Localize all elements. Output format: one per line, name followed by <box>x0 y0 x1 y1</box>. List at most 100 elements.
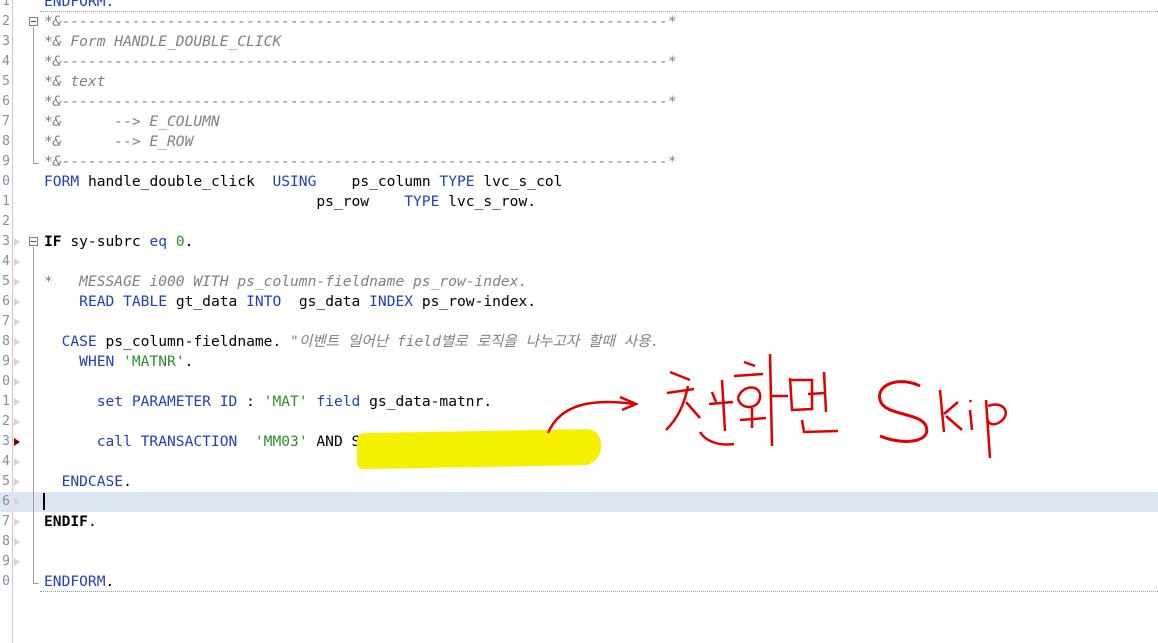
change-marker-icon[interactable] <box>14 558 20 566</box>
change-marker-icon[interactable] <box>14 278 20 286</box>
collapse-block-icon[interactable] <box>29 237 38 246</box>
fold-guide-if-block <box>33 247 34 583</box>
change-marker-icon[interactable] <box>14 238 20 246</box>
abap-code-editor[interactable]: 1 ENDFORM. 2 *&----------------------------… <box>0 0 1158 643</box>
code-token: ps_row <box>44 193 405 210</box>
code-token: *& text <box>44 73 106 90</box>
line-number: 4 <box>2 254 10 269</box>
change-marker-icon[interactable] <box>14 358 20 366</box>
code-text: *&--------------------------------------… <box>44 94 677 110</box>
code-text: set PARAMETER ID : 'MAT' field gs_data-m… <box>44 394 492 410</box>
change-marker-icon[interactable] <box>14 518 20 526</box>
code-line[interactable]: 1 ENDFORM. <box>0 0 1158 12</box>
code-line[interactable]: 7 ENDIF. <box>0 512 1158 532</box>
code-line[interactable]: 7 *& --> E_COLUMN <box>0 112 1158 132</box>
code-text: *& --> E_COLUMN <box>44 114 220 130</box>
code-line[interactable]: 6 <box>0 492 1158 512</box>
line-number: 3 <box>2 34 10 49</box>
code-line[interactable]: 4 <box>0 252 1158 272</box>
code-text: *& --> E_ROW <box>44 134 193 150</box>
code-line[interactable]: 0 FORM handle_double_click USING ps_colum… <box>0 172 1158 192</box>
change-marker-icon[interactable] <box>14 458 20 466</box>
line-number: 1 <box>2 394 10 409</box>
change-marker-icon[interactable] <box>14 478 20 486</box>
line-number: 5 <box>2 274 10 289</box>
code-token: *&--------------------------------------… <box>44 13 677 30</box>
collapse-block-icon[interactable] <box>29 17 38 26</box>
code-line[interactable]: 6 *&-------------------------------------… <box>0 92 1158 112</box>
line-number: 7 <box>2 514 10 529</box>
change-marker-icon[interactable] <box>14 258 20 266</box>
code-token: *&--------------------------------------… <box>44 93 677 110</box>
code-token: handle_double_click <box>79 173 273 190</box>
code-token: 'MM03' <box>254 433 308 450</box>
code-token: 0 <box>175 233 185 250</box>
change-marker-icon[interactable] <box>14 398 20 406</box>
code-line[interactable]: 1 set PARAMETER ID : 'MAT' field gs_data… <box>0 392 1158 412</box>
code-line[interactable]: 1 ps_row TYPE lvc_s_row. <box>0 192 1158 212</box>
code-text: ENDIF. <box>44 514 97 530</box>
code-token: *& Form HANDLE_DOUBLE_CLICK <box>44 33 282 50</box>
code-line[interactable]: 3 IF sy-subrc eq 0. <box>0 232 1158 252</box>
line-number: 7 <box>2 114 10 129</box>
fold-end-comment-block <box>33 163 39 164</box>
code-line[interactable]: 5 *& text <box>0 72 1158 92</box>
change-marker-icon[interactable] <box>14 538 20 546</box>
code-line[interactable]: 2 <box>0 212 1158 232</box>
code-line[interactable]: 3 *& Form HANDLE_DOUBLE_CLICK <box>0 32 1158 52</box>
code-token: FORM <box>44 173 80 190</box>
line-number: 0 <box>2 374 10 389</box>
code-token: *&--------------------------------------… <box>44 53 677 70</box>
code-line[interactable]: 5 ENDCASE. <box>0 472 1158 492</box>
yellow-highlight-mark <box>356 428 602 470</box>
change-marker-icon[interactable] <box>14 378 20 386</box>
change-marker-icon[interactable] <box>14 318 20 326</box>
change-marker-icon[interactable] <box>14 498 20 506</box>
code-token: call TRANSACTION <box>96 433 238 450</box>
code-token: *& --> E_COLUMN <box>44 113 220 130</box>
code-text: *&--------------------------------------… <box>44 154 677 170</box>
code-line[interactable]: 9 <box>0 552 1158 572</box>
line-number: 5 <box>2 474 10 489</box>
code-token: lvc_s_row. <box>439 193 537 210</box>
text-cursor <box>43 493 45 510</box>
code-text: *&--------------------------------------… <box>44 14 677 30</box>
code-token: *& --> E_ROW <box>44 133 194 150</box>
code-token: lvc_s_col <box>474 173 563 190</box>
code-line[interactable]: 9 WHEN 'MATNR'. <box>0 352 1158 372</box>
change-marker-icon[interactable] <box>14 338 20 346</box>
code-line[interactable]: 9 *&-------------------------------------… <box>0 152 1158 172</box>
breakpoint-marker-icon[interactable] <box>14 438 20 446</box>
code-line[interactable]: 8 *& --> E_ROW <box>0 132 1158 152</box>
code-token: TYPE <box>404 193 440 210</box>
code-text: READ TABLE gt_data INTO gs_data INDEX ps… <box>44 294 536 310</box>
line-number: 9 <box>2 354 10 369</box>
code-line[interactable]: 0 <box>0 372 1158 392</box>
code-text: ps_row TYPE lvc_s_row. <box>44 194 536 210</box>
line-number: 8 <box>2 334 10 349</box>
code-token: TYPE <box>439 173 475 190</box>
line-number: 8 <box>2 134 10 149</box>
line-number: 1 <box>2 0 10 9</box>
line-number: 4 <box>2 54 10 69</box>
code-line[interactable]: 8 <box>0 532 1158 552</box>
code-line[interactable]: 5 * MESSAGE i000 WITH ps_column-fieldname… <box>0 272 1158 292</box>
code-line[interactable]: 7 <box>0 312 1158 332</box>
code-line[interactable]: 6 READ TABLE gt_data INTO gs_data INDEX … <box>0 292 1158 312</box>
code-line[interactable]: 0 ENDFORM. <box>0 572 1158 592</box>
code-line[interactable]: 4 *&-------------------------------------… <box>0 52 1158 72</box>
code-token: set PARAMETER ID <box>96 393 238 410</box>
line-number: 2 <box>2 14 10 29</box>
change-marker-icon[interactable] <box>14 418 20 426</box>
code-token: sy-subrc <box>61 233 150 250</box>
line-number: 6 <box>2 294 10 309</box>
code-line[interactable]: 2 *&-------------------------------------… <box>0 12 1158 32</box>
code-line[interactable]: 8 CASE ps_column-fieldname. "이벤트 일어난 fie… <box>0 332 1158 352</box>
change-marker-icon[interactable] <box>14 298 20 306</box>
